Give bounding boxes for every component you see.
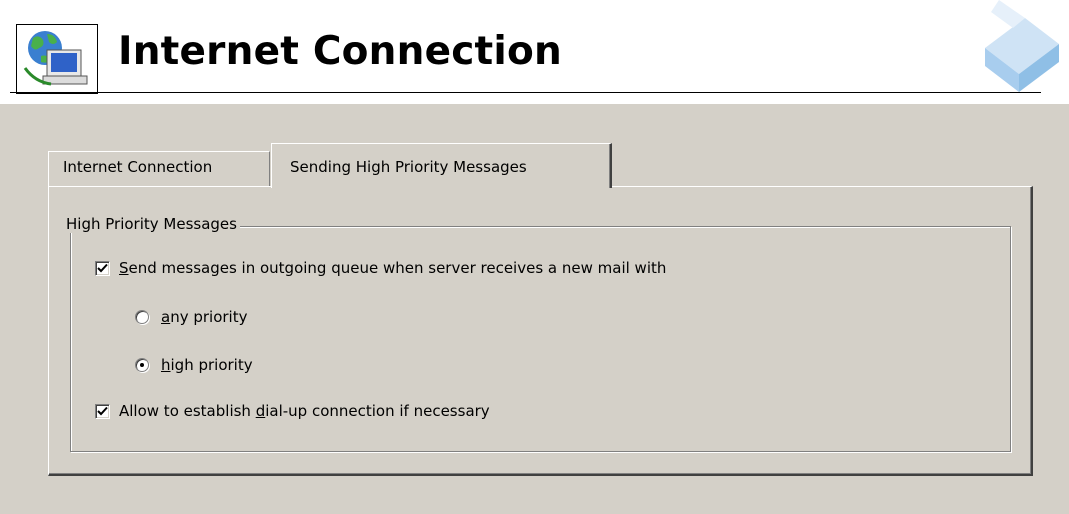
label-text: Allow to establish: [119, 402, 256, 420]
mnemonic: a: [161, 308, 171, 326]
checkmark-icon: [97, 406, 108, 415]
high-priority-label: high priority: [161, 356, 253, 374]
label-text: igh priority: [170, 356, 253, 374]
dialup-option[interactable]: Allow to establish dial-up connection if…: [95, 402, 490, 420]
mnemonic: S: [119, 259, 129, 277]
any-priority-option[interactable]: any priority: [135, 308, 247, 326]
tab-label: Internet Connection: [63, 158, 213, 176]
page-title: Internet Connection: [118, 29, 562, 74]
dialup-label: Allow to establish dial-up connection if…: [119, 402, 490, 420]
radio-selected-dot: [140, 363, 144, 367]
high-priority-option[interactable]: high priority: [135, 356, 253, 374]
label-text: ial-up connection if necessary: [265, 402, 490, 420]
tab-internet-connection[interactable]: Internet Connection: [48, 151, 270, 186]
dialup-checkbox[interactable]: [95, 403, 110, 419]
high-priority-radio[interactable]: [135, 358, 149, 372]
header-divider: [10, 92, 1041, 93]
mnemonic: h: [161, 356, 171, 374]
page-header: Internet Connection: [0, 0, 1069, 104]
label-text: ny priority: [170, 308, 248, 326]
brand-logo-icon: [985, 0, 1059, 92]
send-messages-option[interactable]: Send messages in outgoing queue when ser…: [95, 259, 666, 277]
tab-label: Sending High Priority Messages: [290, 158, 527, 176]
checkmark-icon: [97, 263, 108, 272]
tab-panel: High Priority Messages Send messages in …: [48, 186, 1033, 476]
internet-connection-icon: [16, 24, 98, 94]
label-text: end messages in outgoing queue when serv…: [128, 259, 667, 277]
send-messages-label: Send messages in outgoing queue when ser…: [119, 259, 666, 277]
tab-sending-high-priority-messages[interactable]: Sending High Priority Messages: [271, 143, 612, 188]
group-legend: High Priority Messages: [63, 215, 240, 233]
mnemonic: d: [255, 402, 266, 420]
send-messages-checkbox[interactable]: [95, 260, 110, 276]
any-priority-label: any priority: [161, 308, 247, 326]
any-priority-radio[interactable]: [135, 310, 149, 324]
